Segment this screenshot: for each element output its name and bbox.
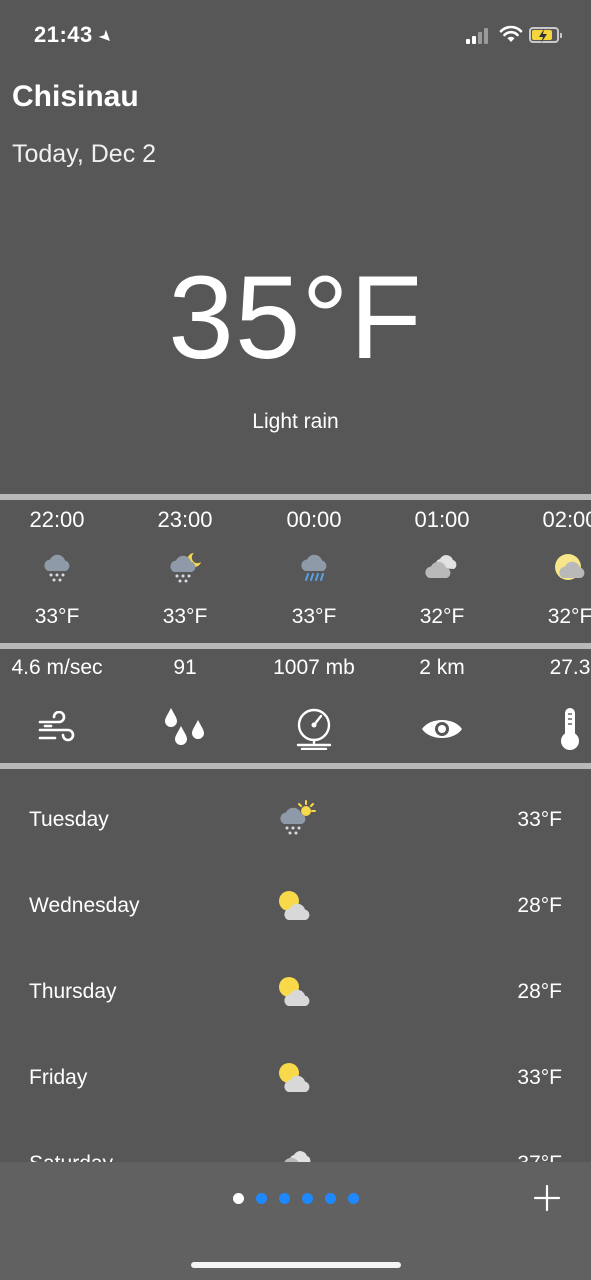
wifi-icon bbox=[499, 25, 523, 42]
cloud-snow-moon-icon bbox=[170, 553, 201, 583]
pressure-value: 1007 mb bbox=[273, 656, 355, 679]
hour-temp: 32°F bbox=[547, 605, 591, 628]
cloud-rain-icon bbox=[301, 554, 327, 581]
daily-row[interactable]: Thursday 28°F bbox=[0, 954, 591, 1014]
hour-time: 02:00 bbox=[542, 507, 591, 532]
page-dot-active[interactable] bbox=[233, 1193, 244, 1204]
hour-time: 22:00 bbox=[29, 507, 85, 532]
hourly-item: 22:00 33°F bbox=[0, 502, 117, 629]
page-dot[interactable] bbox=[256, 1193, 267, 1204]
page-dot[interactable] bbox=[302, 1193, 313, 1204]
hour-time: 01:00 bbox=[414, 507, 470, 532]
daily-row[interactable]: Saturday 37°F bbox=[0, 1126, 591, 1162]
day-temp: 33°F bbox=[517, 808, 562, 831]
thermometer-icon bbox=[561, 708, 579, 750]
home-indicator[interactable] bbox=[191, 1262, 401, 1268]
dew-point-value: 27.3 bbox=[549, 656, 591, 679]
humidity-value: 91 bbox=[173, 656, 197, 679]
location-arrow-icon: ➤ bbox=[94, 26, 117, 49]
page-dot[interactable] bbox=[348, 1193, 359, 1204]
battery-charging-icon bbox=[529, 27, 562, 43]
day-name: Saturday bbox=[29, 1152, 113, 1162]
hour-temp: 33°F bbox=[162, 605, 208, 628]
daily-row[interactable]: Friday 33°F bbox=[0, 1040, 591, 1100]
cellular-signal-icon bbox=[466, 28, 492, 44]
clouds-icon bbox=[284, 1151, 311, 1162]
hour-time: 00:00 bbox=[286, 507, 342, 532]
current-temperature: 35°F bbox=[168, 252, 423, 384]
day-name: Thursday bbox=[29, 980, 117, 1003]
moon-cloud-icon bbox=[555, 554, 585, 580]
hourly-forecast[interactable]: 22:00 33°F 23:00 33°F 00:00 33°F 01:00 3… bbox=[0, 502, 591, 642]
status-bar: 21:43 ➤ bbox=[0, 0, 591, 70]
visibility-eye-icon bbox=[422, 720, 462, 738]
sun-cloud-icon bbox=[279, 977, 310, 1006]
status-time: 21:43 ➤ bbox=[34, 22, 116, 48]
divider bbox=[0, 763, 591, 769]
humidity-drops-icon bbox=[165, 708, 204, 745]
detail-dew-point: 27.3 bbox=[500, 650, 591, 754]
detail-wind: 4.6 m/sec bbox=[0, 650, 127, 754]
day-temp: 28°F bbox=[517, 980, 562, 1003]
page-dot[interactable] bbox=[325, 1193, 336, 1204]
sun-cloud-icon bbox=[279, 891, 310, 920]
day-temp: 33°F bbox=[517, 1066, 562, 1089]
hour-temp: 33°F bbox=[34, 605, 80, 628]
clock-text: 21:43 bbox=[34, 22, 93, 47]
wind-icon bbox=[38, 711, 75, 742]
bottom-bar bbox=[0, 1162, 591, 1280]
hourly-item: 02:00 32°F bbox=[510, 502, 591, 629]
hourly-item: 23:00 33°F bbox=[125, 502, 245, 629]
add-location-button[interactable] bbox=[531, 1182, 563, 1214]
daily-row[interactable]: Wednesday 28°F bbox=[0, 868, 591, 928]
hour-temp: 33°F bbox=[291, 605, 337, 628]
current-date: Today, Dec 2 bbox=[12, 140, 157, 168]
clouds-icon bbox=[425, 555, 457, 578]
hourly-item: 00:00 33°F bbox=[254, 502, 374, 629]
divider bbox=[0, 494, 591, 500]
visibility-value: 2 km bbox=[419, 656, 465, 679]
hour-temp: 32°F bbox=[419, 605, 465, 628]
wind-speed: 4.6 m/sec bbox=[11, 656, 103, 679]
detail-visibility: 2 km bbox=[372, 650, 512, 754]
sun-cloud-icon bbox=[279, 1063, 310, 1092]
day-name: Tuesday bbox=[29, 808, 109, 831]
daily-forecast[interactable]: Tuesday 33°F Wednesday 28°F Thursday 28°… bbox=[0, 770, 591, 1162]
daily-row[interactable]: Tuesday 33°F bbox=[0, 782, 591, 842]
detail-humidity: 91 bbox=[115, 650, 255, 754]
weather-details[interactable]: 4.6 m/sec 91 1007 mb 2 km 27.3 bbox=[0, 650, 591, 762]
divider bbox=[0, 643, 591, 649]
pressure-gauge-icon bbox=[296, 708, 332, 750]
city-name: Chisinau bbox=[12, 80, 139, 113]
day-temp: 37°F bbox=[517, 1152, 562, 1162]
day-temp: 28°F bbox=[517, 894, 562, 917]
detail-pressure: 1007 mb bbox=[244, 650, 384, 754]
current-condition: Light rain bbox=[252, 410, 339, 433]
day-name: Wednesday bbox=[29, 894, 140, 917]
hourly-item: 01:00 32°F bbox=[382, 502, 502, 629]
day-name: Friday bbox=[29, 1066, 88, 1089]
cloud-snow-sun-icon bbox=[280, 800, 316, 835]
page-dot[interactable] bbox=[279, 1193, 290, 1204]
cloud-snow-icon bbox=[44, 554, 70, 582]
hour-time: 23:00 bbox=[157, 507, 213, 532]
